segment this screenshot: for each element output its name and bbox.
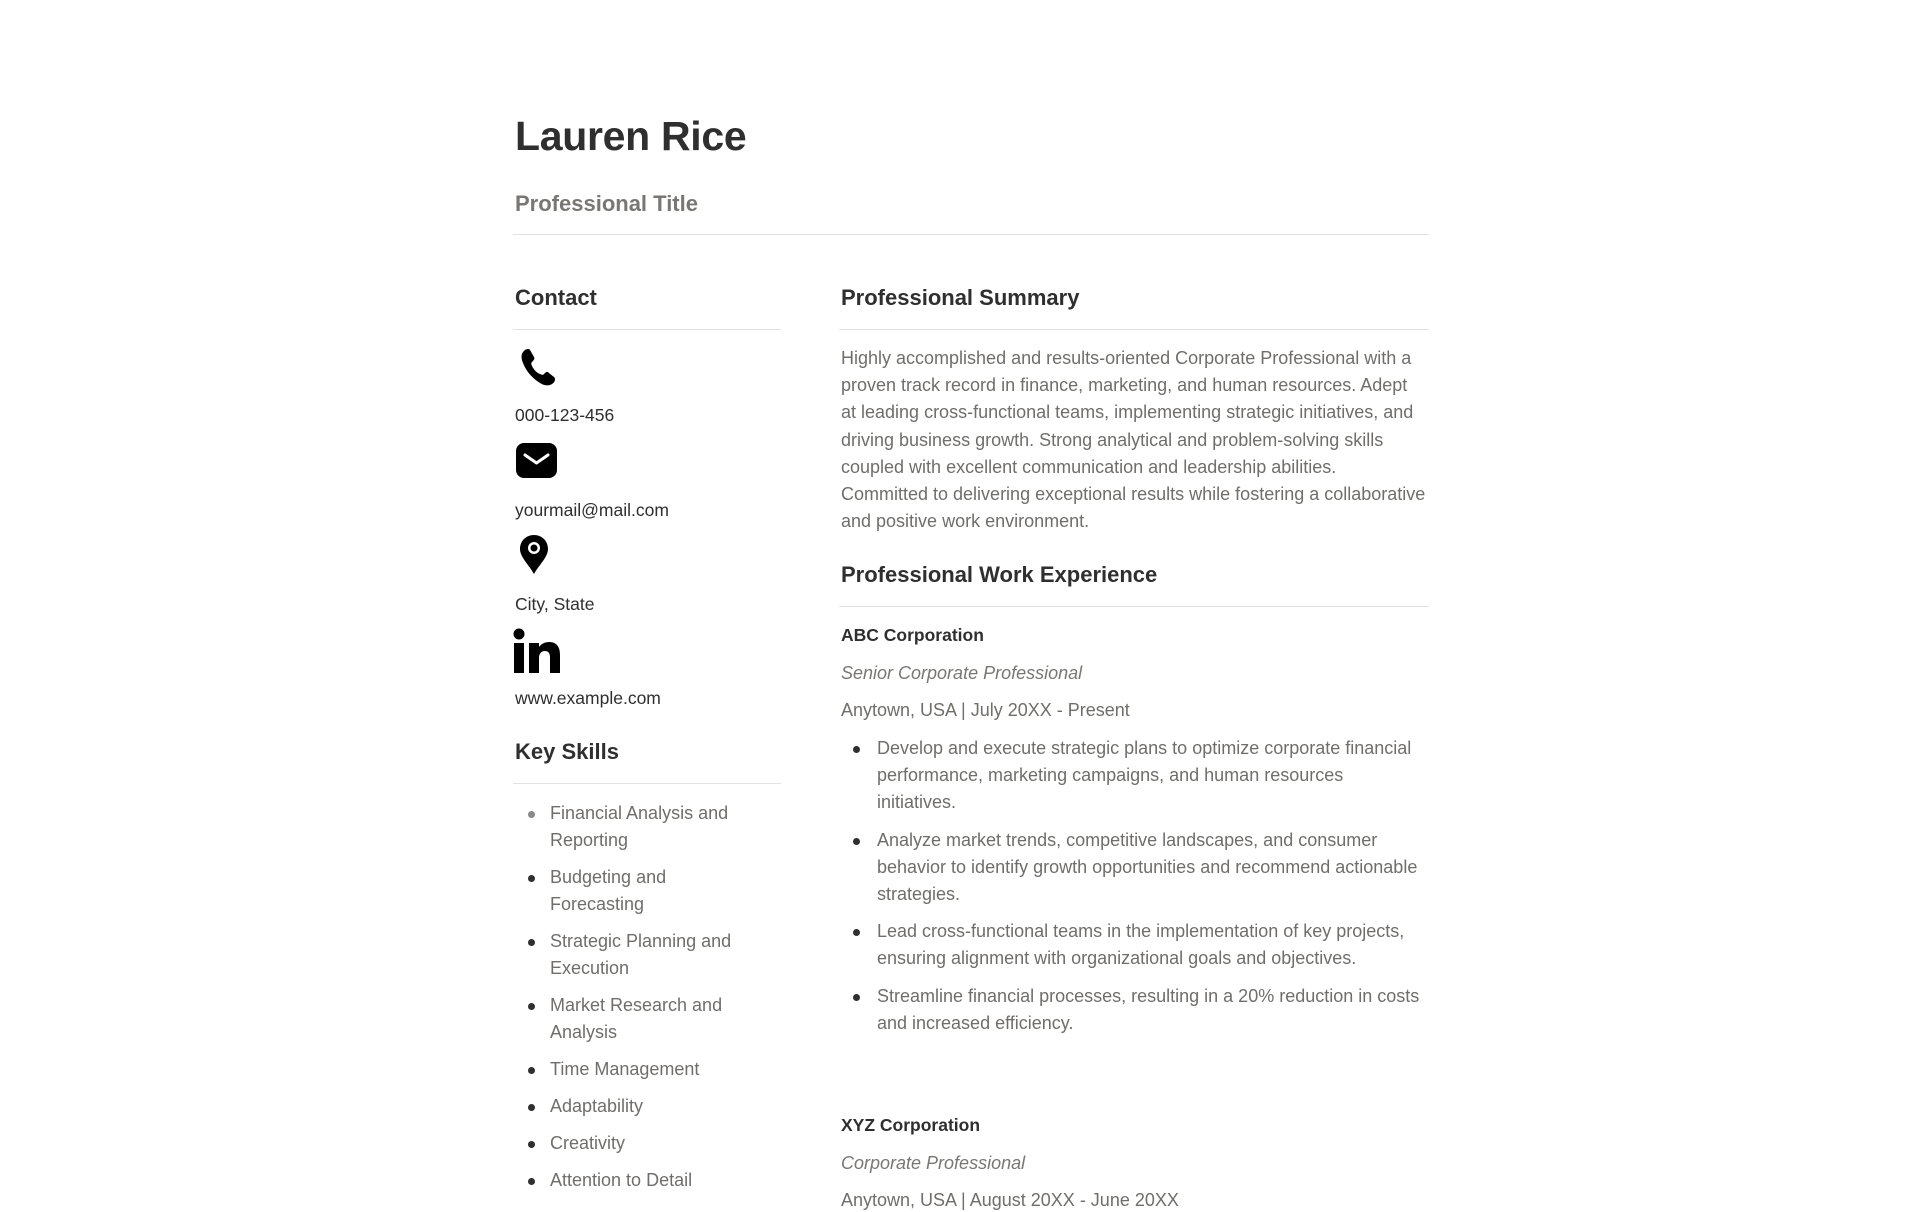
skill-item: Financial Analysis and Reporting — [515, 800, 765, 854]
bullet-icon — [853, 929, 860, 937]
job-duties-list: Develop and execute strategic plans to o… — [841, 735, 1426, 1047]
contact-phone: 000-123-456 — [515, 405, 615, 425]
bullet-icon — [853, 746, 860, 753]
phone-icon — [515, 343, 559, 387]
contact-divider — [513, 329, 781, 330]
contact-email: yourmail@mail.com — [515, 500, 669, 520]
experience-heading: Professional Work Experience — [841, 562, 1158, 587]
summary-text: Highly accomplished and results-oriented… — [841, 348, 1426, 532]
duty-item: Lead cross-functional teams in the imple… — [841, 918, 1426, 972]
skills-heading: Key Skills — [515, 739, 619, 764]
duty-item: Develop and execute strategic plans to o… — [841, 735, 1426, 817]
summary-heading: Professional Summary — [841, 285, 1080, 310]
skill-item: Budgeting and Forecasting — [515, 864, 765, 918]
duty-item: Analyze market trends, competitive lands… — [841, 827, 1426, 909]
job-role: Senior Corporate Professional — [841, 663, 1083, 683]
job-company: ABC Corporation — [841, 625, 984, 645]
job-company: XYZ Corporation — [841, 1115, 981, 1135]
bullet-icon — [853, 993, 860, 1001]
skill-item: Creativity — [515, 1130, 765, 1157]
bullet-icon — [853, 837, 860, 845]
job-role: Corporate Professional — [841, 1153, 1026, 1173]
skill-item: Market Research and Analysis — [515, 992, 765, 1046]
professional-title: Professional Title — [515, 191, 698, 216]
skill-item: Time Management — [515, 1056, 765, 1083]
experience-divider — [839, 606, 1429, 607]
duty-item: Streamline financial processes, resultin… — [841, 983, 1426, 1037]
bullet-icon — [528, 1003, 535, 1010]
bullet-icon — [528, 1067, 535, 1074]
contact-website[interactable]: www.example.com — [515, 686, 661, 710]
skills-list: Financial Analysis and Reporting Budgeti… — [515, 800, 765, 1204]
bullet-icon — [528, 1141, 535, 1148]
job-meta: Anytown, USA | August 20XX - June 20XX — [841, 1190, 1179, 1210]
bullet-icon — [528, 811, 535, 818]
person-name: Lauren Rice — [515, 113, 747, 159]
skill-item: Strategic Planning and Execution — [515, 928, 765, 982]
job-meta: Anytown, USA | July 20XX - Present — [841, 700, 1130, 720]
header-divider — [513, 234, 1429, 235]
skills-divider — [513, 783, 781, 784]
contact-location: City, State — [515, 594, 595, 614]
bullet-icon — [528, 875, 535, 882]
bullet-icon — [528, 939, 535, 946]
linkedin-icon — [513, 628, 560, 673]
contact-heading: Contact — [515, 285, 597, 310]
email-icon — [515, 440, 559, 484]
bullet-icon — [528, 1178, 535, 1185]
summary-divider — [839, 329, 1429, 330]
skill-item: Attention to Detail — [515, 1167, 765, 1194]
skill-item: Adaptability — [515, 1093, 765, 1120]
bullet-icon — [528, 1104, 535, 1111]
location-pin-icon — [515, 533, 559, 577]
